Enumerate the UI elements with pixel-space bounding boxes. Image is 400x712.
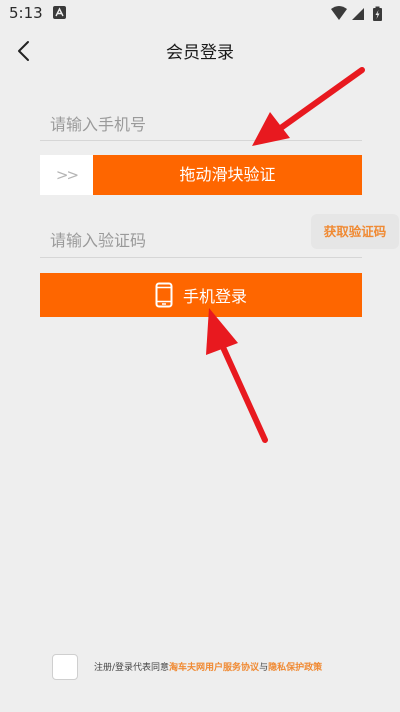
page-title: 会员登录 — [166, 43, 234, 63]
service-agreement-link[interactable]: 淘车夫网用户服务协议 — [169, 663, 259, 673]
get-code-button[interactable]: 获取验证码 — [311, 214, 399, 249]
phone-login-label: 手机登录 — [182, 287, 247, 306]
agreement-prefix: 注册/登录代表同意 — [94, 663, 170, 673]
smartphone-icon — [155, 282, 173, 308]
agreement-text: 注册/登录代表同意淘车夫网用户服务协议与隐私保护政策 — [94, 660, 322, 673]
annotation-arrow-bottom — [206, 308, 268, 443]
phone-input[interactable] — [40, 108, 362, 140]
double-chevron-right-icon: >> — [55, 166, 79, 184]
status-icons — [330, 5, 390, 23]
slider-handle[interactable]: >> — [40, 155, 93, 195]
phone-login-button[interactable]: 手机登录 — [40, 273, 362, 317]
phone-field — [40, 108, 362, 141]
privacy-policy-link[interactable]: 隐私保护政策 — [268, 663, 322, 673]
agreement-conjunction: 与 — [259, 663, 269, 673]
agreement-checkbox[interactable] — [52, 654, 78, 680]
battery-charging-icon — [373, 6, 382, 21]
status-time: 5:13 — [9, 4, 43, 22]
annotation-arrows — [206, 67, 365, 443]
slider-text: 拖动滑块验证 — [179, 165, 276, 184]
wifi-icon — [331, 6, 347, 20]
a-letter-icon — [53, 6, 66, 19]
code-input[interactable] — [40, 223, 260, 257]
status-bar: 5:13 — [0, 0, 400, 28]
cellular-signal-icon — [352, 8, 364, 20]
slider-verification[interactable]: >> 拖动滑块验证 — [40, 155, 362, 195]
